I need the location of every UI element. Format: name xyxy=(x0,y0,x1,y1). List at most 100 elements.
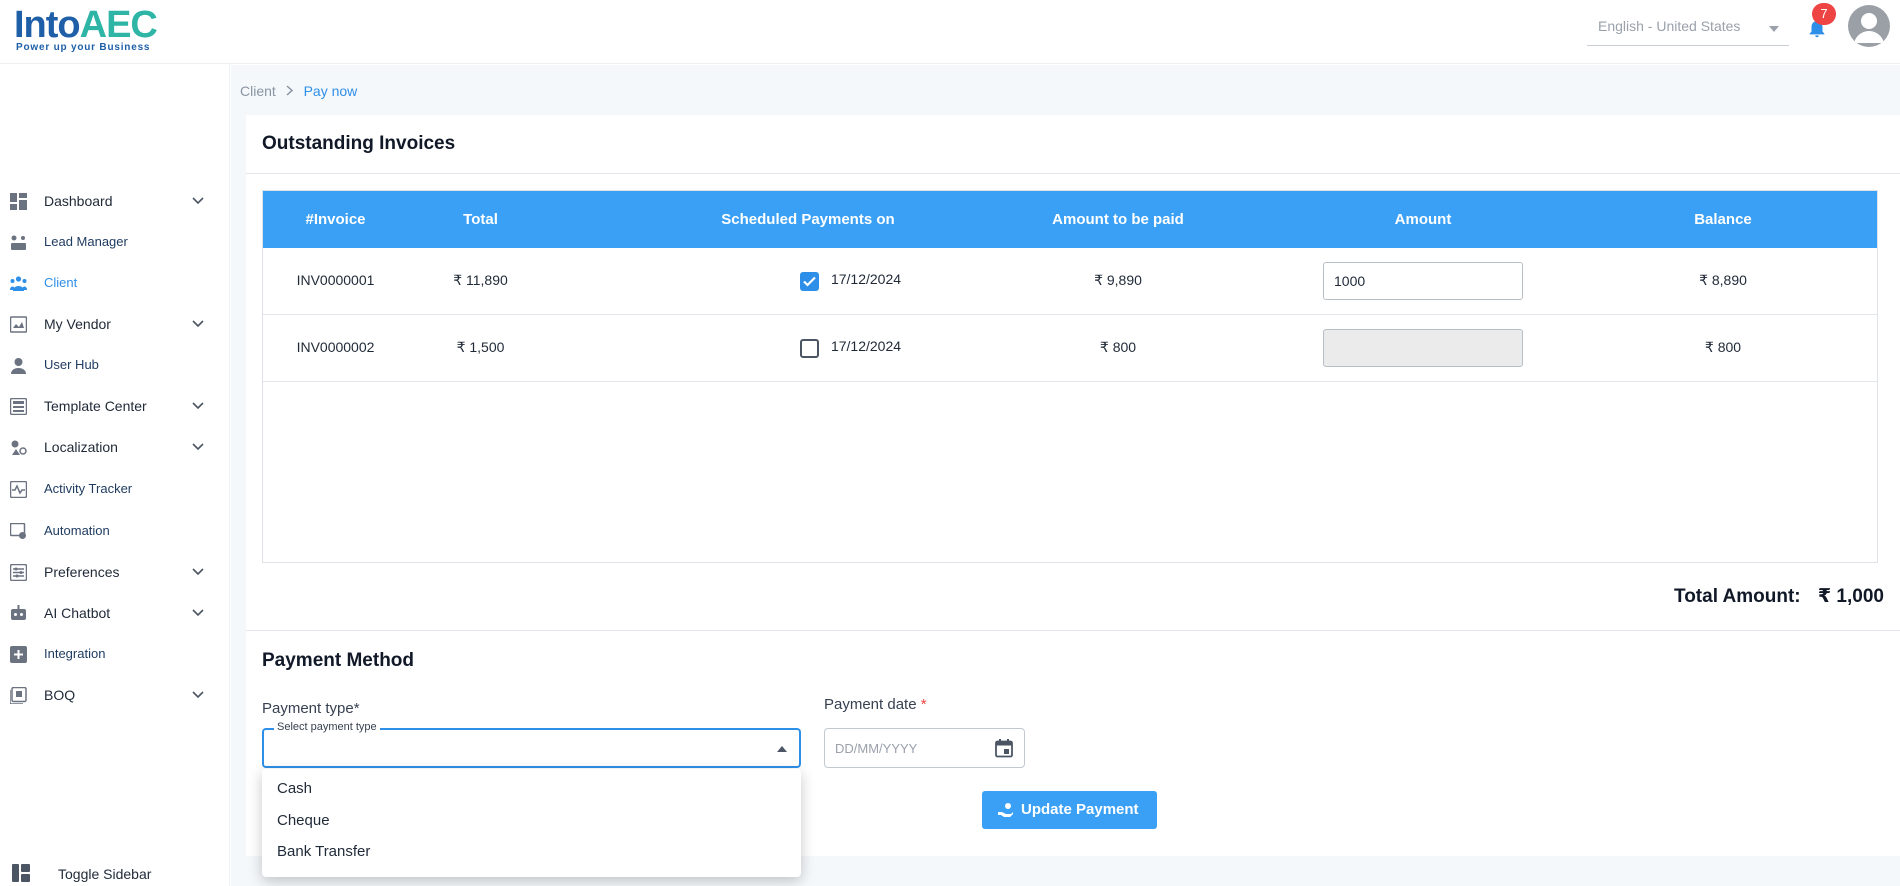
column-header-amount-to-pay: Amount to be paid xyxy=(1052,211,1184,228)
invoice-total: ₹ 11,890 xyxy=(453,272,508,288)
option-bank-transfer[interactable]: Bank Transfer xyxy=(277,843,370,860)
column-header-scheduled: Scheduled Payments on xyxy=(721,211,895,228)
caret-up-icon xyxy=(777,746,787,752)
payment-method-title: Payment Method xyxy=(262,650,415,671)
language-value: English - United States xyxy=(1598,18,1741,34)
chevron-right-icon xyxy=(286,85,293,96)
client-icon xyxy=(10,276,27,291)
sidebar-item-my-vendor[interactable]: My Vendor xyxy=(0,306,230,342)
brand-tagline: Power up your Business xyxy=(16,42,151,53)
schedule-checkbox[interactable] xyxy=(800,272,819,291)
invoice-total: ₹ 1,500 xyxy=(456,339,505,355)
chevron-down-icon xyxy=(192,691,204,699)
payment-card: Outstanding Invoices #Invoice Total Sche… xyxy=(246,115,1900,856)
sidebar-item-boq[interactable]: BOQ xyxy=(0,677,230,713)
table-row: INV0000002 ₹ 1,500 17/12/2024 ₹ 800 ₹ 80… xyxy=(263,315,1877,382)
sidebar-item-label: Preferences xyxy=(44,564,120,580)
sidebar-item-label: User Hub xyxy=(44,357,99,372)
sidebar-item-label: Dashboard xyxy=(44,193,113,209)
schedule-checkbox[interactable] xyxy=(800,339,819,358)
scheduled-date: 17/12/2024 xyxy=(830,338,902,354)
sidebar-item-localization[interactable]: Localization xyxy=(0,429,230,465)
sidebar-item-automation[interactable]: Automation xyxy=(0,513,230,549)
amount-to-pay: ₹ 800 xyxy=(1099,339,1137,355)
sidebar-item-integration[interactable]: Integration xyxy=(0,636,230,672)
language-select[interactable]: English - United States xyxy=(1587,12,1789,46)
payment-date-label-text: Payment date xyxy=(824,696,917,713)
chevron-down-icon xyxy=(192,609,204,617)
column-header-amount: Amount xyxy=(1394,211,1452,228)
total-amount: Total Amount: ₹ 1,000 xyxy=(1674,585,1884,608)
payment-type-select[interactable]: Select payment type xyxy=(262,721,801,768)
table-header: #Invoice Total Scheduled Payments on Amo… xyxy=(263,191,1877,248)
toggle-sidebar-button[interactable]: Toggle Sidebar xyxy=(0,854,230,886)
payment-date-placeholder: DD/MM/YYYY xyxy=(835,741,918,756)
sidebar-item-activity-tracker[interactable]: Activity Tracker xyxy=(0,471,230,507)
amount-to-pay: ₹ 9,890 xyxy=(1094,272,1142,288)
table-row: INV0000001 ₹ 11,890 17/12/2024 ₹ 9,890 1… xyxy=(263,248,1877,315)
sidebar-item-client[interactable]: Client xyxy=(0,265,230,301)
breadcrumb-current: Pay now xyxy=(303,83,358,99)
invoice-balance: ₹ 800 xyxy=(1704,339,1742,355)
sidebar-item-preferences[interactable]: Preferences xyxy=(0,554,230,590)
update-payment-button[interactable]: Update Payment xyxy=(982,791,1157,829)
chevron-down-icon xyxy=(192,197,204,205)
calendar-icon[interactable] xyxy=(994,738,1014,758)
chevron-down-icon xyxy=(192,402,204,410)
invoice-number: INV0000002 xyxy=(296,339,375,355)
section-divider xyxy=(246,173,1900,174)
sidebar-item-lead-manager[interactable]: Lead Manager xyxy=(0,224,230,260)
payment-date-input[interactable]: DD/MM/YYYY xyxy=(824,728,1025,768)
sidebar-toggle-icon xyxy=(12,864,30,882)
main-content: Client Pay now Outstanding Invoices #Inv… xyxy=(231,65,1900,886)
payment-type-label: Payment type* xyxy=(262,700,360,717)
sidebar-item-label: Lead Manager xyxy=(44,234,128,249)
chevron-down-icon xyxy=(192,568,204,576)
brand-name-main: Into xyxy=(14,4,81,46)
invoice-number: INV0000001 xyxy=(296,272,375,288)
chatbot-icon xyxy=(11,605,26,620)
automation-icon xyxy=(10,523,26,539)
activity-icon xyxy=(10,481,27,498)
caret-down-icon xyxy=(1769,26,1779,32)
sidebar-item-label: Activity Tracker xyxy=(44,481,133,496)
column-header-balance: Balance xyxy=(1694,211,1752,228)
option-cash[interactable]: Cash xyxy=(277,780,312,797)
column-header-invoice: #Invoice xyxy=(305,211,366,228)
invoice-balance: ₹ 8,890 xyxy=(1699,272,1747,288)
brand-logo[interactable]: IntoAEC Power up your Business xyxy=(14,4,174,54)
scheduled-date: 17/12/2024 xyxy=(830,271,902,287)
integration-icon xyxy=(10,646,27,663)
update-payment-label: Update Payment xyxy=(1021,801,1139,818)
sidebar-item-user-hub[interactable]: User Hub xyxy=(0,347,230,383)
sidebar-item-label: Template Center xyxy=(44,398,147,414)
brand-name-accent: AEC xyxy=(79,4,158,46)
total-amount-label: Total Amount: xyxy=(1674,586,1801,607)
notification-badge: 7 xyxy=(1812,3,1836,25)
dashboard-icon xyxy=(10,193,27,210)
amount-input xyxy=(1323,329,1523,367)
avatar[interactable] xyxy=(1848,5,1890,47)
sidebar-item-label: Automation xyxy=(44,523,110,538)
sidebar-item-label: Client xyxy=(44,275,78,290)
payment-type-menu: Cash Cheque Bank Transfer xyxy=(262,769,801,877)
amount-input[interactable]: 1000 xyxy=(1323,262,1523,300)
invoice-table: #Invoice Total Scheduled Payments on Amo… xyxy=(262,190,1878,563)
sidebar-item-label: BOQ xyxy=(44,687,76,703)
sidebar-item-dashboard[interactable]: Dashboard xyxy=(0,183,230,219)
user-avatar-icon xyxy=(1854,13,1884,43)
sidebar-item-template-center[interactable]: Template Center xyxy=(0,388,230,424)
lead-manager-icon xyxy=(11,235,26,250)
sidebar-item-label: My Vendor xyxy=(44,316,111,332)
payment-hand-icon xyxy=(998,803,1013,817)
payment-type-placeholder: Select payment type xyxy=(274,721,380,733)
localization-icon xyxy=(11,440,27,455)
breadcrumb-parent[interactable]: Client xyxy=(240,83,276,99)
sidebar-item-ai-chatbot[interactable]: AI Chatbot xyxy=(0,595,230,631)
total-amount-value: ₹ 1,000 xyxy=(1817,586,1884,607)
column-header-total: Total xyxy=(463,211,498,228)
sidebar-item-label: AI Chatbot xyxy=(44,605,111,621)
required-marker: * xyxy=(920,696,927,713)
option-cheque[interactable]: Cheque xyxy=(277,812,330,829)
toggle-sidebar-label: Toggle Sidebar xyxy=(58,866,152,882)
